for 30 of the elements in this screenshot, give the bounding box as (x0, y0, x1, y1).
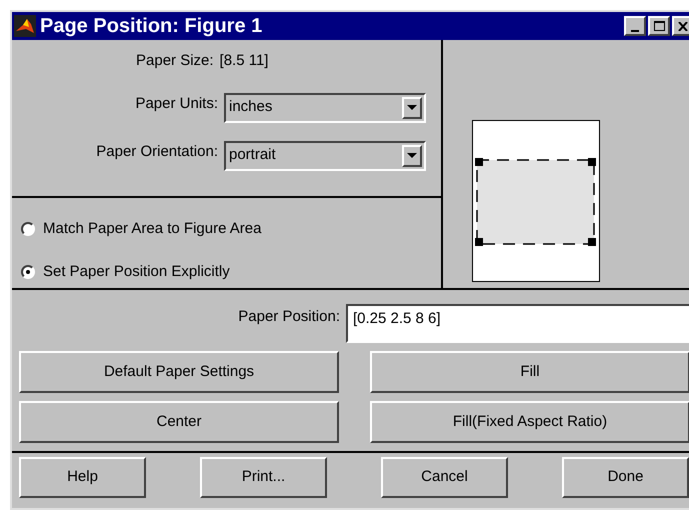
caret-icon (407, 105, 417, 110)
dialog-button[interactable]: Done (562, 457, 689, 498)
dialog-button[interactable]: Help (19, 457, 146, 498)
dropdown-arrow-button[interactable] (402, 96, 422, 118)
dropdown-label: Paper Orientation: (95, 142, 219, 162)
action-button[interactable]: Fill (370, 351, 689, 393)
action-button[interactable]: Center (19, 401, 339, 443)
radio-label: Set Paper Position Explicitly (43, 262, 230, 282)
paper-size-value: [8.5 11] (220, 51, 268, 71)
dropdown-label: Paper Units: (134, 94, 219, 114)
maximize-button[interactable] (648, 16, 670, 36)
paper-size-label: Paper Size: (136, 51, 214, 71)
dropdown[interactable]: inches (224, 92, 426, 122)
close-button[interactable] (672, 16, 689, 36)
app-icon (14, 15, 36, 37)
dropdown[interactable]: portrait (224, 140, 426, 170)
dropdown-arrow-button[interactable] (402, 144, 422, 166)
caret-icon (407, 153, 417, 158)
dialog-button[interactable]: Cancel (381, 457, 508, 498)
window-title: Page Position: Figure 1 (40, 16, 262, 36)
radio-button[interactable] (21, 222, 35, 236)
radio-label: Match Paper Area to Figure Area (43, 219, 262, 239)
action-button[interactable]: Fill(Fixed Aspect Ratio) (370, 401, 689, 443)
paper-position-field[interactable]: [0.25 2.5 8 6] (346, 304, 689, 343)
radio-button[interactable] (21, 264, 35, 279)
minimize-button[interactable] (624, 16, 646, 36)
dialog-button[interactable]: Print... (200, 457, 327, 498)
action-button[interactable]: Default Paper Settings (19, 351, 339, 393)
paper-position-label: Paper Position: (237, 307, 341, 327)
close-icon (678, 22, 688, 30)
